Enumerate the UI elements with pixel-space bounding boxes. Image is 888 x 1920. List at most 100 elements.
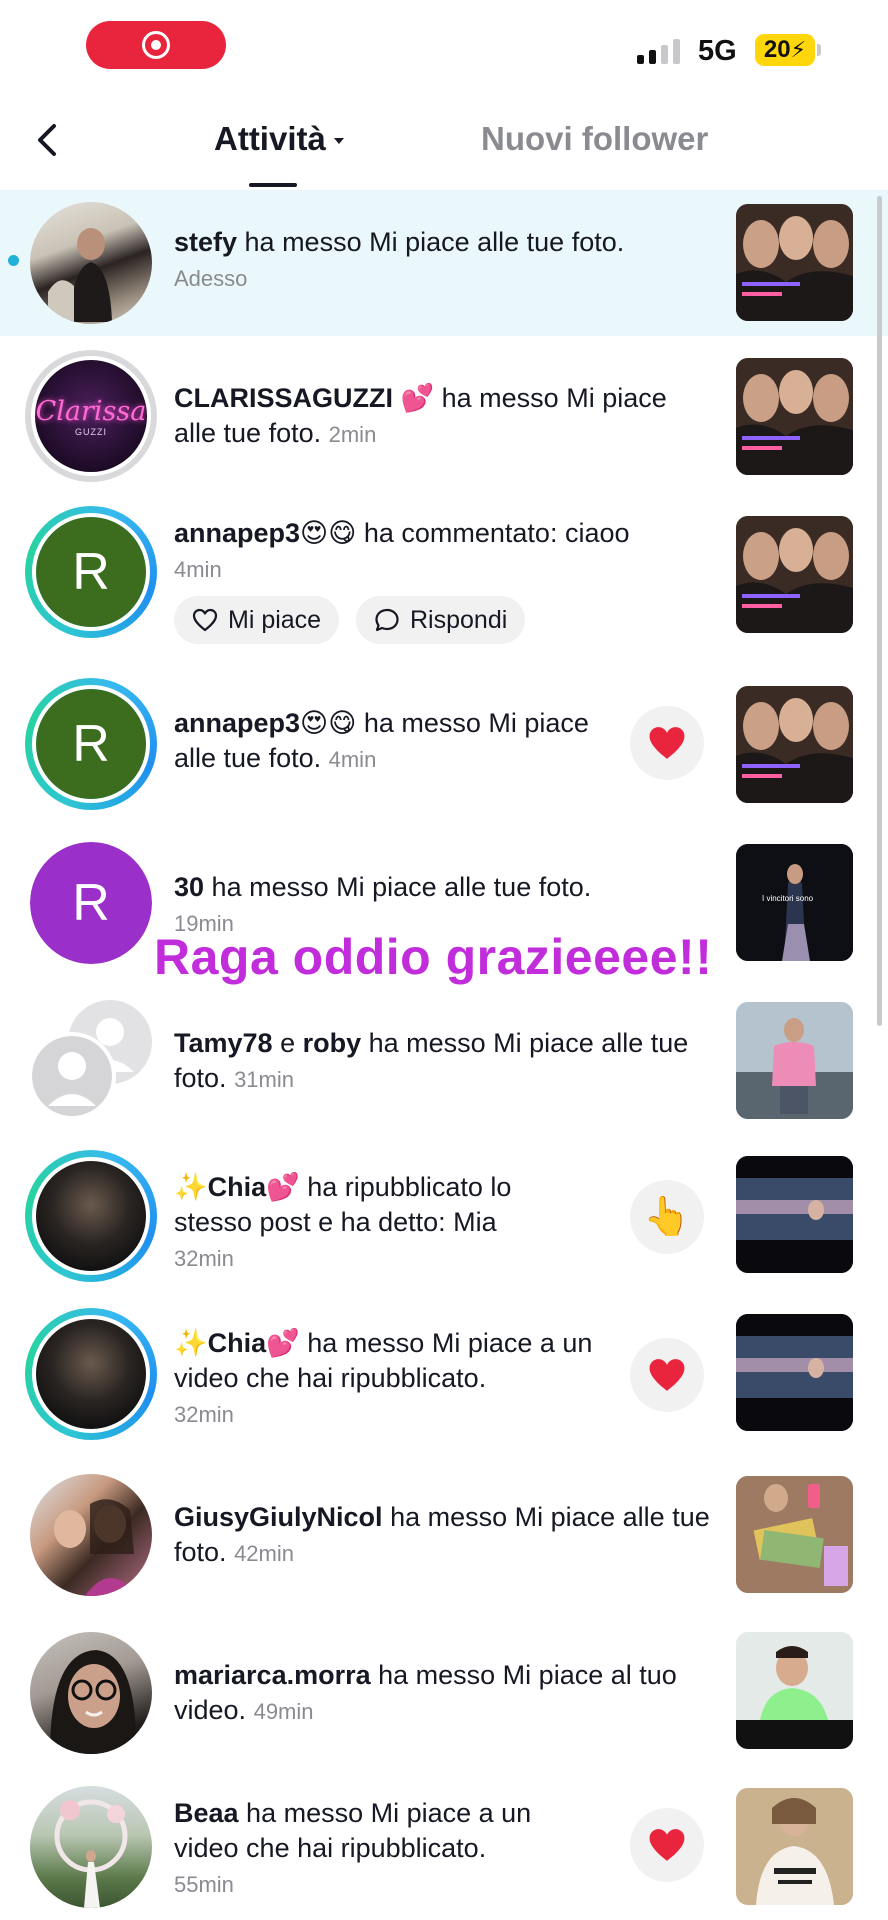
avatar-group[interactable] bbox=[28, 998, 158, 1120]
notification-row[interactable]: R annapep3😍😋 ha commentato: ciaoo 4min M… bbox=[0, 486, 888, 658]
avatar[interactable]: R bbox=[30, 842, 152, 964]
chevron-left-icon bbox=[38, 124, 56, 156]
like-back-button[interactable] bbox=[630, 1808, 704, 1882]
thumbnail-image bbox=[736, 1476, 853, 1593]
reply-label: Rispondi bbox=[410, 605, 508, 634]
notification-row[interactable]: GiusyGiulyNicol ha messo Mi piace alle t… bbox=[0, 1450, 888, 1608]
like-comment-label: Mi piace bbox=[228, 605, 322, 634]
battery-icon: 20 ⚡ bbox=[755, 34, 815, 66]
react-button[interactable]: 👆 bbox=[630, 1180, 704, 1254]
notification-row[interactable]: Tamy78 e roby ha messo Mi piace alle tue… bbox=[0, 976, 888, 1134]
record-icon bbox=[142, 31, 170, 59]
avatar-letter: R bbox=[36, 517, 146, 627]
avatar[interactable] bbox=[30, 1632, 152, 1754]
username[interactable]: GiusyGiulyNicol bbox=[174, 1502, 383, 1532]
username[interactable]: 30 bbox=[174, 872, 204, 902]
post-thumbnail[interactable] bbox=[736, 1476, 853, 1593]
tab-new-followers[interactable]: Nuovi follower bbox=[481, 120, 708, 158]
post-thumbnail[interactable] bbox=[736, 204, 853, 321]
avatar-logo: Clarissa GUZZI bbox=[31, 356, 151, 476]
network-type: 5G bbox=[698, 35, 737, 67]
battery-cap bbox=[817, 44, 821, 56]
post-thumbnail[interactable] bbox=[736, 1314, 853, 1431]
scrollbar[interactable] bbox=[877, 196, 882, 1026]
avatar[interactable] bbox=[30, 1786, 152, 1908]
tab-activity[interactable]: Attività bbox=[214, 120, 344, 158]
post-thumbnail[interactable]: I vincitori sono bbox=[736, 844, 853, 961]
post-thumbnail[interactable] bbox=[736, 1788, 853, 1905]
timestamp: 49min bbox=[253, 1699, 314, 1724]
like-comment-button[interactable]: Mi piace bbox=[174, 596, 340, 644]
avatar bbox=[32, 1315, 150, 1433]
avatar[interactable] bbox=[30, 202, 152, 324]
thumbnail-caption: I vincitori sono bbox=[762, 894, 814, 903]
like-back-button[interactable] bbox=[630, 706, 704, 780]
action-text: ha messo Mi piace alle tue foto. bbox=[204, 872, 592, 902]
user-emoji: 💕 bbox=[266, 1172, 300, 1202]
post-thumbnail[interactable] bbox=[736, 516, 853, 633]
post-thumbnail[interactable] bbox=[736, 686, 853, 803]
activity-header: Attività Nuovi follower bbox=[0, 96, 888, 190]
timestamp: Adesso bbox=[174, 266, 248, 291]
thumbnail-image bbox=[736, 516, 853, 633]
timestamp: 32min bbox=[174, 1402, 234, 1427]
action-text: ha messo Mi piace alle tue foto. bbox=[237, 227, 625, 257]
avatar-story-ring[interactable] bbox=[25, 1150, 157, 1282]
notification-row[interactable]: Clarissa GUZZI CLARISSAGUZZI 💕 ha messo … bbox=[0, 336, 888, 486]
username[interactable]: Chia bbox=[208, 1172, 267, 1202]
like-back-button[interactable] bbox=[630, 1338, 704, 1412]
notification-row[interactable]: stefy ha messo Mi piace alle tue foto. A… bbox=[0, 190, 888, 336]
conjunction: e bbox=[272, 1028, 303, 1058]
battery-level: 20 bbox=[763, 36, 791, 63]
user-emoji: 💕 bbox=[400, 383, 435, 413]
username[interactable]: annapep3 bbox=[174, 708, 300, 738]
user-emoji: 😍😋 bbox=[300, 708, 357, 738]
avatar-photo bbox=[50, 1650, 137, 1754]
heart-filled-icon bbox=[649, 1359, 685, 1391]
notification-row[interactable]: R annapep3😍😋 ha messo Mi piace alle tue … bbox=[0, 658, 888, 818]
sparkle-icon: ✨ bbox=[174, 1172, 208, 1202]
timestamp: 4min bbox=[174, 557, 222, 582]
username[interactable]: mariarca.morra bbox=[174, 1660, 371, 1690]
avatar: R bbox=[32, 685, 150, 803]
timestamp: 32min bbox=[174, 1246, 234, 1271]
post-thumbnail[interactable] bbox=[736, 1002, 853, 1119]
back-button[interactable] bbox=[28, 118, 68, 162]
reply-button[interactable]: Rispondi bbox=[356, 596, 526, 644]
timestamp: 42min bbox=[234, 1541, 294, 1566]
screen-recording-indicator[interactable] bbox=[86, 21, 226, 69]
default-avatar-icon bbox=[28, 1000, 152, 1120]
notification-row[interactable]: ✨Chia💕 ha messo Mi piace a un video che … bbox=[0, 1292, 888, 1450]
avatar-story-ring[interactable]: R bbox=[25, 506, 157, 638]
username-2[interactable]: roby bbox=[303, 1028, 362, 1058]
notification-text: ✨Chia💕 ha ripubblicato lo stesso post e … bbox=[174, 1170, 594, 1276]
avatar-logo-text: Clarissa bbox=[35, 395, 147, 427]
avatar bbox=[32, 1157, 150, 1275]
timestamp: 2min bbox=[328, 422, 377, 447]
avatar-photo bbox=[54, 1499, 138, 1596]
notification-row[interactable]: ✨Chia💕 ha ripubblicato lo stesso post e … bbox=[0, 1134, 888, 1292]
timestamp: 31min bbox=[234, 1067, 294, 1092]
username[interactable]: Tamy78 bbox=[174, 1028, 273, 1058]
charging-bolt-icon: ⚡ bbox=[790, 37, 807, 62]
post-thumbnail[interactable] bbox=[736, 358, 853, 475]
username[interactable]: Beaa bbox=[174, 1798, 239, 1828]
post-thumbnail[interactable] bbox=[736, 1156, 853, 1273]
avatar[interactable] bbox=[30, 1474, 152, 1596]
active-tab-indicator bbox=[249, 183, 297, 187]
username[interactable]: annapep3 bbox=[174, 518, 300, 548]
notification-row[interactable]: Beaa ha messo Mi piace a un video che ha… bbox=[0, 1760, 888, 1920]
username[interactable]: CLARISSAGUZZI bbox=[174, 383, 393, 413]
speech-bubble-icon bbox=[375, 608, 399, 632]
avatar-story-ring[interactable]: R bbox=[25, 678, 157, 810]
caret-down-icon bbox=[333, 138, 344, 145]
notification-row[interactable]: mariarca.morra ha messo Mi piace al tuo … bbox=[0, 1608, 888, 1760]
avatar: R bbox=[32, 513, 150, 631]
avatar[interactable]: Clarissa GUZZI bbox=[25, 350, 157, 482]
heart-filled-icon bbox=[649, 727, 685, 759]
user-emoji: 💕 bbox=[266, 1328, 300, 1358]
username[interactable]: stefy bbox=[174, 227, 237, 257]
avatar-story-ring[interactable] bbox=[25, 1308, 157, 1440]
post-thumbnail[interactable] bbox=[736, 1632, 853, 1749]
username[interactable]: Chia bbox=[208, 1328, 267, 1358]
